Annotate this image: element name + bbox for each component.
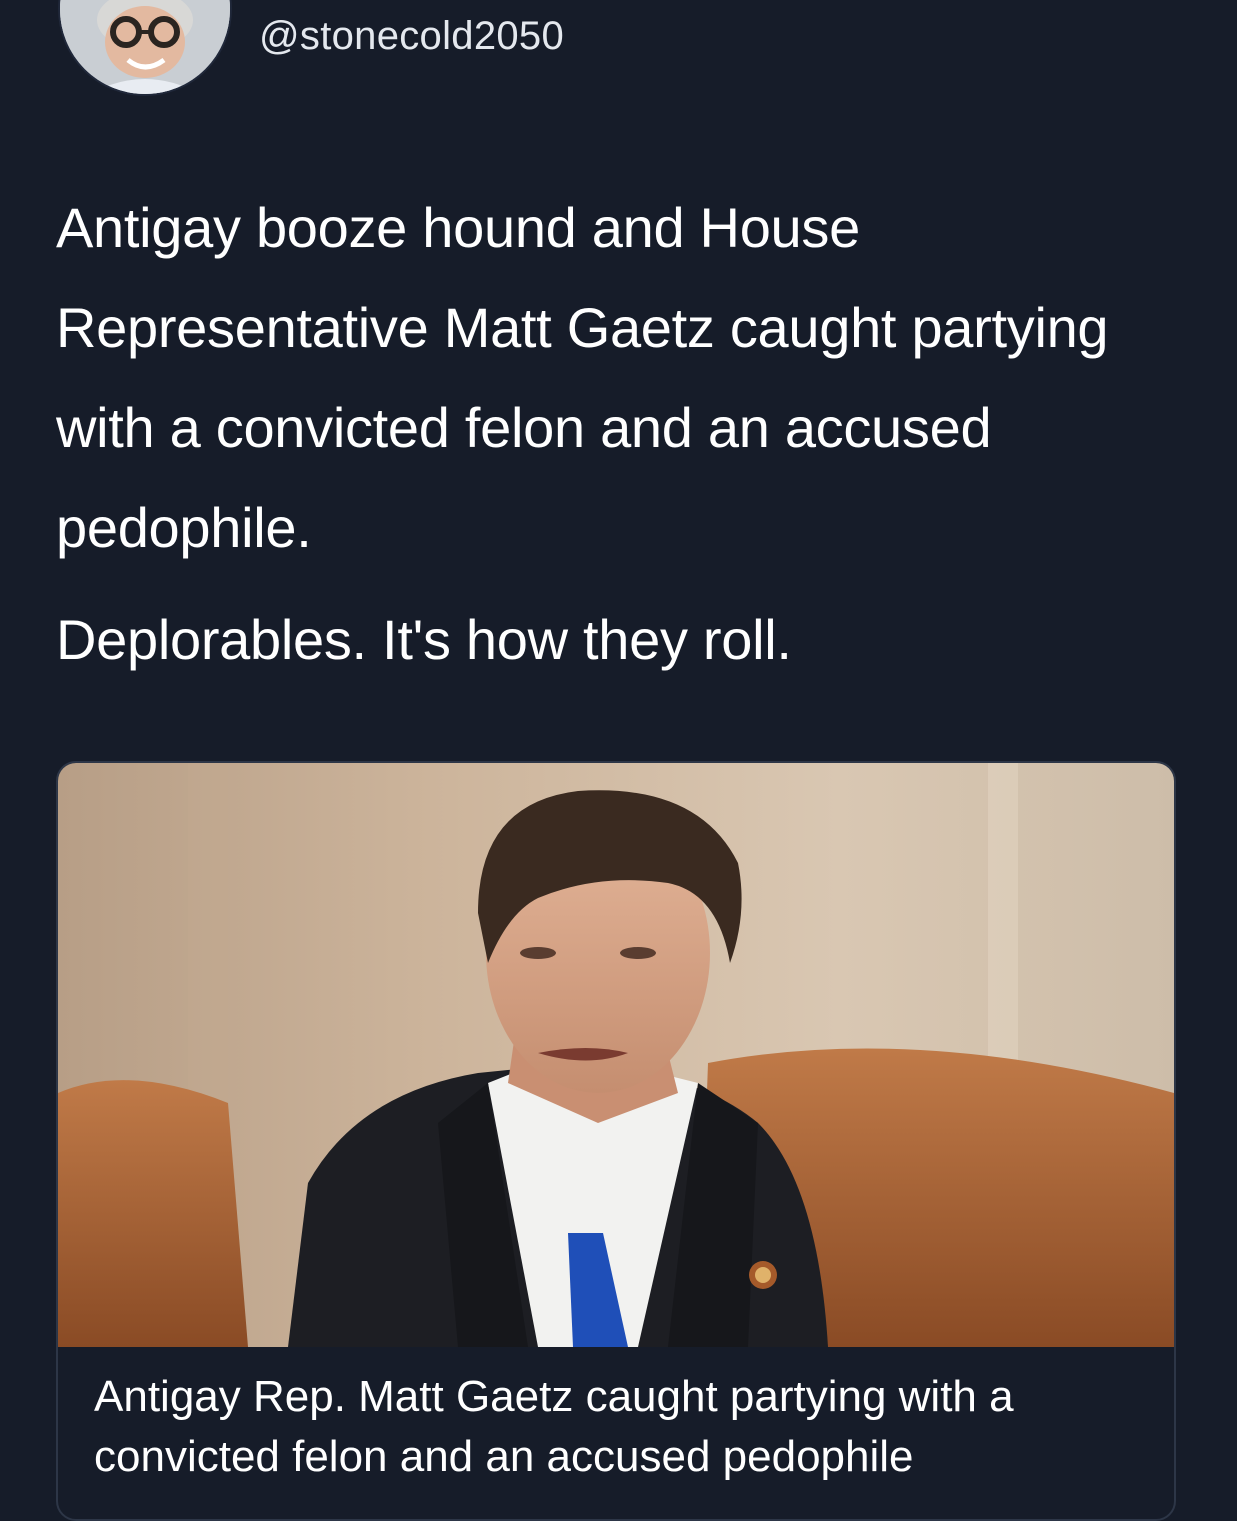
- link-card-title[interactable]: Antigay Rep. Matt Gaetz caught partying …: [94, 1367, 1154, 1487]
- link-card-image: [58, 763, 1174, 1347]
- tweet-paragraph: Antigay booze hound and House Representa…: [56, 196, 1109, 559]
- tweet-text: Antigay booze hound and House Representa…: [56, 178, 1196, 690]
- avatar-photo: [60, 0, 230, 94]
- user-handle[interactable]: @stonecold2050: [259, 14, 564, 59]
- link-card[interactable]: Antigay Rep. Matt Gaetz caught partying …: [56, 761, 1176, 1521]
- avatar[interactable]: [58, 0, 232, 96]
- tweet[interactable]: @stonecold2050 Antigay booze hound and H…: [0, 0, 1237, 1521]
- tweet-paragraph: Deplorables. It's how they roll.: [56, 608, 792, 671]
